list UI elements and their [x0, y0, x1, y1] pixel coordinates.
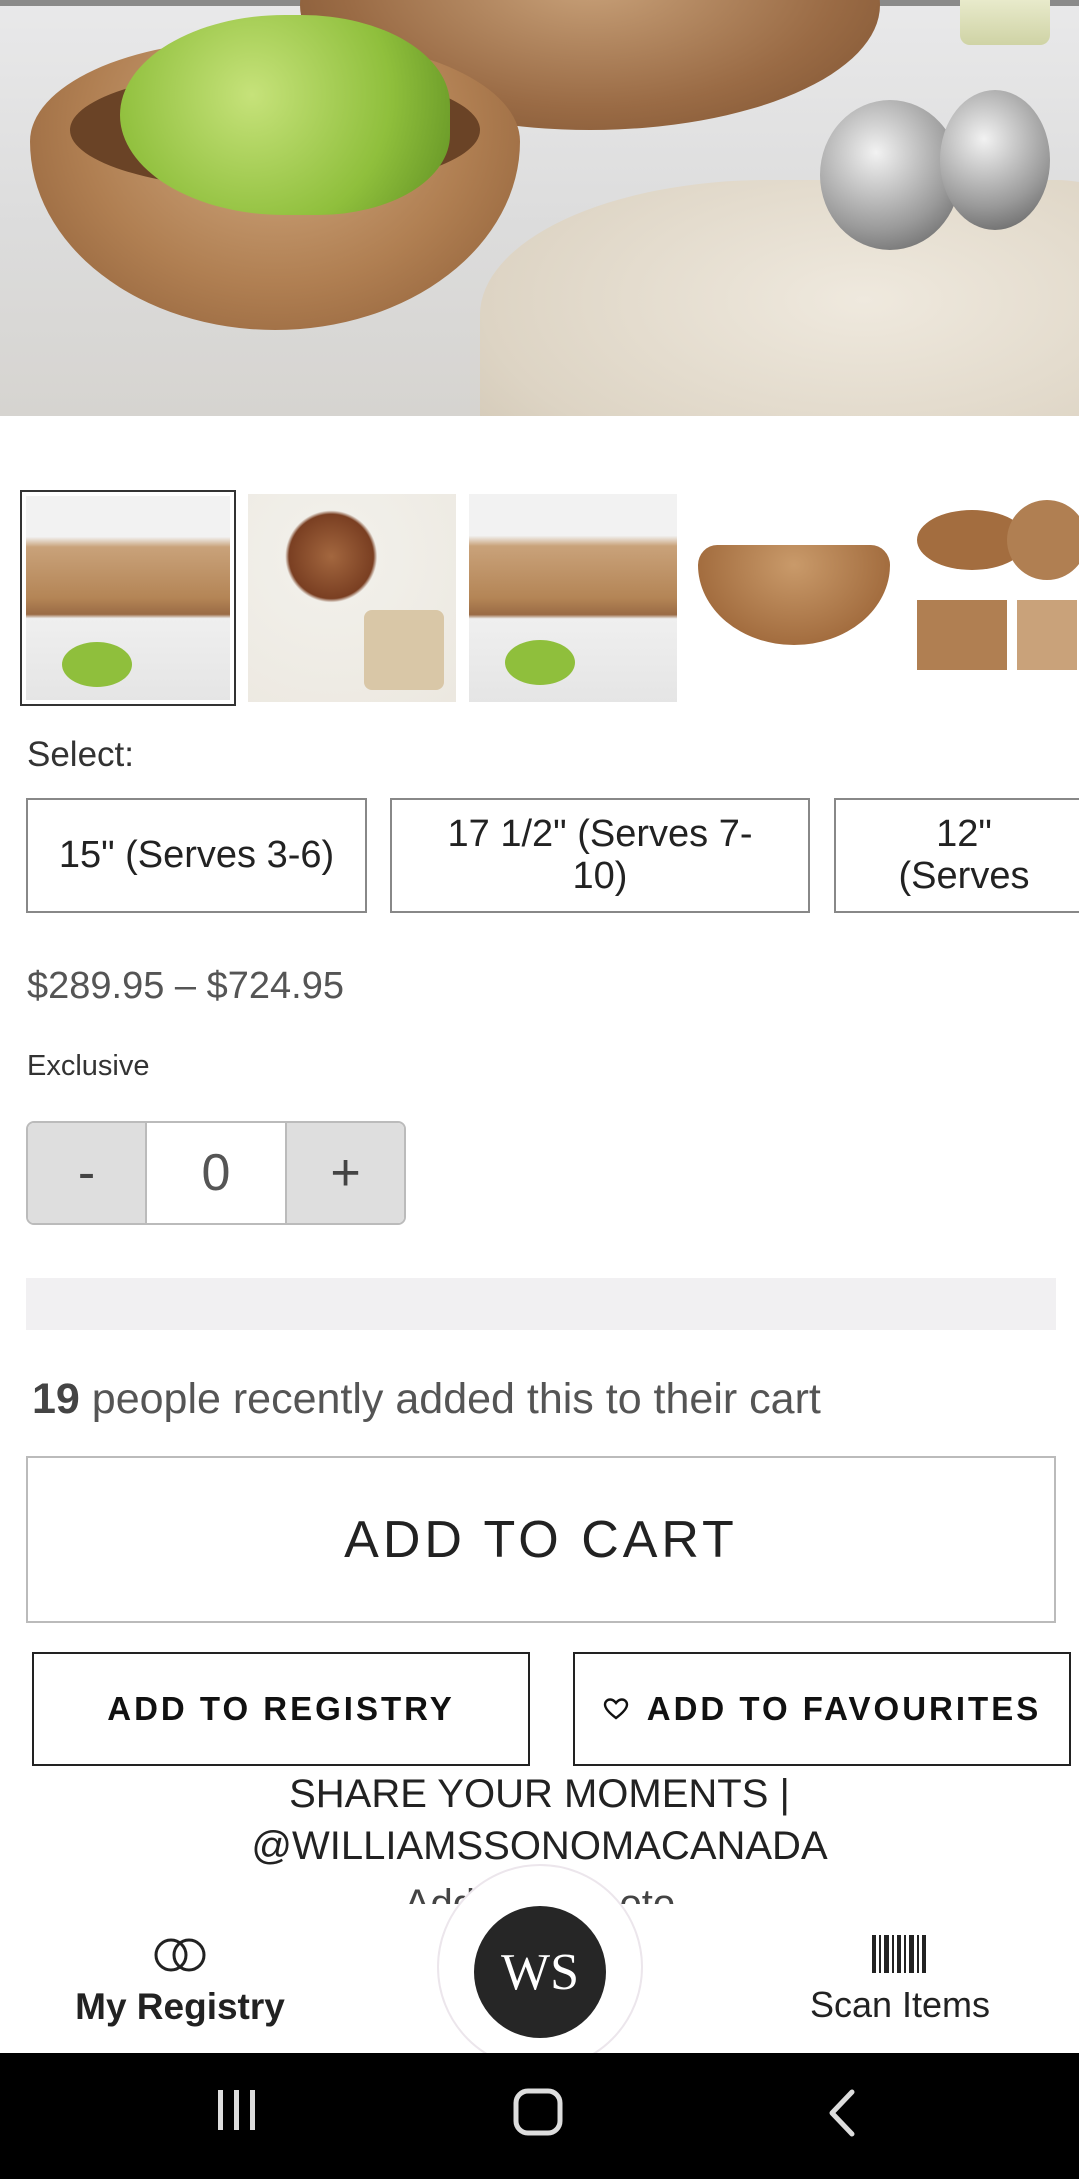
heart-outline-icon — [603, 1698, 628, 1720]
thumbnail-5-board-shape — [1017, 600, 1077, 670]
rings-icon — [154, 1938, 206, 1972]
add-to-favourites-button[interactable]: ADD TO FAVOURITES — [573, 1652, 1071, 1766]
add-to-favourites-label: ADD TO FAVOURITES — [646, 1690, 1042, 1727]
quantity-field[interactable]: 0 — [145, 1123, 287, 1223]
share-moments-heading: SHARE YOUR MOMENTS | @WILLIAMSSONOMACANA… — [0, 1768, 1079, 1872]
recently-added-label: people recently added this to their cart — [79, 1375, 821, 1423]
thumbnail-3-lettuce-shape — [505, 640, 575, 685]
add-to-registry-label: ADD TO REGISTRY — [107, 1690, 455, 1727]
recent-apps-icon[interactable] — [212, 2088, 262, 2132]
recently-added-text: 19 people recently added this to their c… — [32, 1375, 821, 1424]
thumbnail-2[interactable] — [244, 490, 460, 706]
add-to-cart-button[interactable]: ADD TO CART — [26, 1456, 1056, 1623]
back-icon[interactable] — [822, 2088, 862, 2138]
decrement-button[interactable]: - — [28, 1123, 145, 1223]
thumbnail-5[interactable] — [907, 490, 1079, 706]
thumbnail-5-plate-shape — [1007, 500, 1079, 580]
ws-logo-button[interactable]: WS — [474, 1906, 606, 2038]
exclusive-badge: Exclusive — [27, 1050, 150, 1082]
lettuce-shape — [120, 15, 450, 215]
nav-my-registry[interactable]: My Registry — [50, 1935, 310, 2028]
placeholder-bar — [26, 1278, 1056, 1330]
nav-scan-items-label: Scan Items — [809, 1984, 991, 2025]
share-line-1: SHARE YOUR MOMENTS | — [289, 1772, 790, 1816]
thumbnail-2-board-shape — [364, 610, 444, 690]
thumbnail-5-board-shape — [917, 600, 1007, 670]
quantity-stepper: - 0 + — [26, 1121, 406, 1225]
size-option-12[interactable]: 12" (Serves — [834, 798, 1079, 913]
thumbnail-4-bowl-shape — [698, 545, 890, 645]
nav-my-registry-label: My Registry — [75, 1986, 285, 2027]
home-icon[interactable] — [512, 2088, 564, 2136]
select-label: Select: — [27, 735, 134, 774]
serving-spoon-shape — [820, 100, 960, 250]
thumbnail-3[interactable] — [465, 490, 681, 706]
size-option-15[interactable]: 15" (Serves 3-6) — [26, 798, 367, 913]
thumbnail-1-lettuce-shape — [62, 642, 132, 687]
thumbnail-1[interactable] — [20, 490, 236, 706]
thumbnail-4[interactable] — [686, 490, 902, 706]
price-range: $289.95 – $724.95 — [27, 965, 344, 1007]
glass-shape — [960, 0, 1050, 45]
nav-scan-items[interactable]: Scan Items — [780, 1935, 1020, 2026]
add-to-registry-button[interactable]: ADD TO REGISTRY — [32, 1652, 530, 1766]
product-hero-image[interactable] — [0, 0, 1079, 416]
size-option-17-half[interactable]: 17 1/2" (Serves 7-10) — [390, 798, 810, 913]
serving-fork-shape — [940, 90, 1050, 230]
barcode-icon — [872, 1935, 926, 1973]
increment-button[interactable]: + — [287, 1123, 404, 1223]
recently-added-count: 19 — [32, 1375, 80, 1423]
